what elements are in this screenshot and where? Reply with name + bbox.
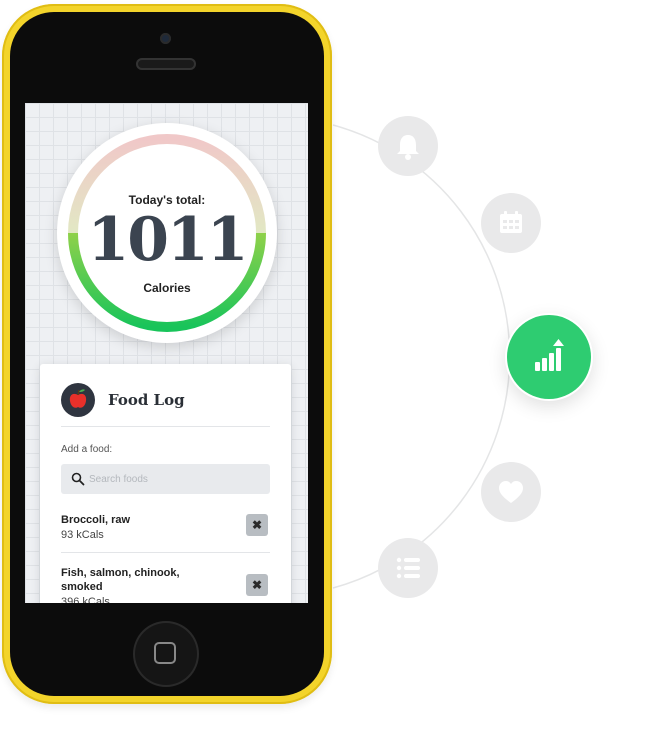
gauge-unit: Calories xyxy=(143,281,191,295)
home-button-icon xyxy=(154,642,176,664)
search-field[interactable] xyxy=(61,464,270,494)
food-log-card: Food Log Add a food: Broccoli, raw 93 kC… xyxy=(40,364,291,603)
phone-screen: Today's total: 1011 Calories Food Log Ad… xyxy=(25,103,308,603)
chart-button[interactable] xyxy=(505,313,593,401)
food-kcal: 396 kCals xyxy=(61,596,110,603)
calendar-button[interactable] xyxy=(481,193,541,253)
heart-button[interactable] xyxy=(481,462,541,522)
chart-icon xyxy=(535,339,564,371)
food-name: Broccoli, raw xyxy=(61,514,131,526)
divider xyxy=(61,426,270,427)
food-name: Fish, salmon, chinook, smoked xyxy=(61,567,180,593)
calorie-total: 1011 xyxy=(87,205,249,275)
bell-icon xyxy=(397,135,419,160)
remove-food-button[interactable]: ✖ xyxy=(246,514,268,536)
bell-button[interactable] xyxy=(378,116,438,176)
food-item: Fish, salmon, chinook, smoked 396 kCals xyxy=(61,566,211,603)
divider xyxy=(61,552,270,553)
front-camera xyxy=(160,33,171,44)
phone-speaker xyxy=(136,58,196,70)
list-button[interactable] xyxy=(378,538,438,598)
calendar-icon xyxy=(500,211,522,233)
search-icon xyxy=(71,472,85,486)
food-kcal: 93 kCals xyxy=(61,529,104,541)
food-item: Broccoli, raw 93 kCals xyxy=(61,513,270,542)
apple-icon xyxy=(61,383,95,417)
remove-food-button[interactable]: ✖ xyxy=(246,574,268,596)
list-icon xyxy=(396,557,420,579)
search-input[interactable] xyxy=(89,464,259,494)
food-log-title: Food Log xyxy=(108,391,185,409)
heart-icon xyxy=(499,481,523,503)
calorie-gauge: Today's total: 1011 Calories xyxy=(57,123,277,343)
chart-button-fill xyxy=(507,315,591,399)
add-food-label: Add a food: xyxy=(61,444,113,455)
